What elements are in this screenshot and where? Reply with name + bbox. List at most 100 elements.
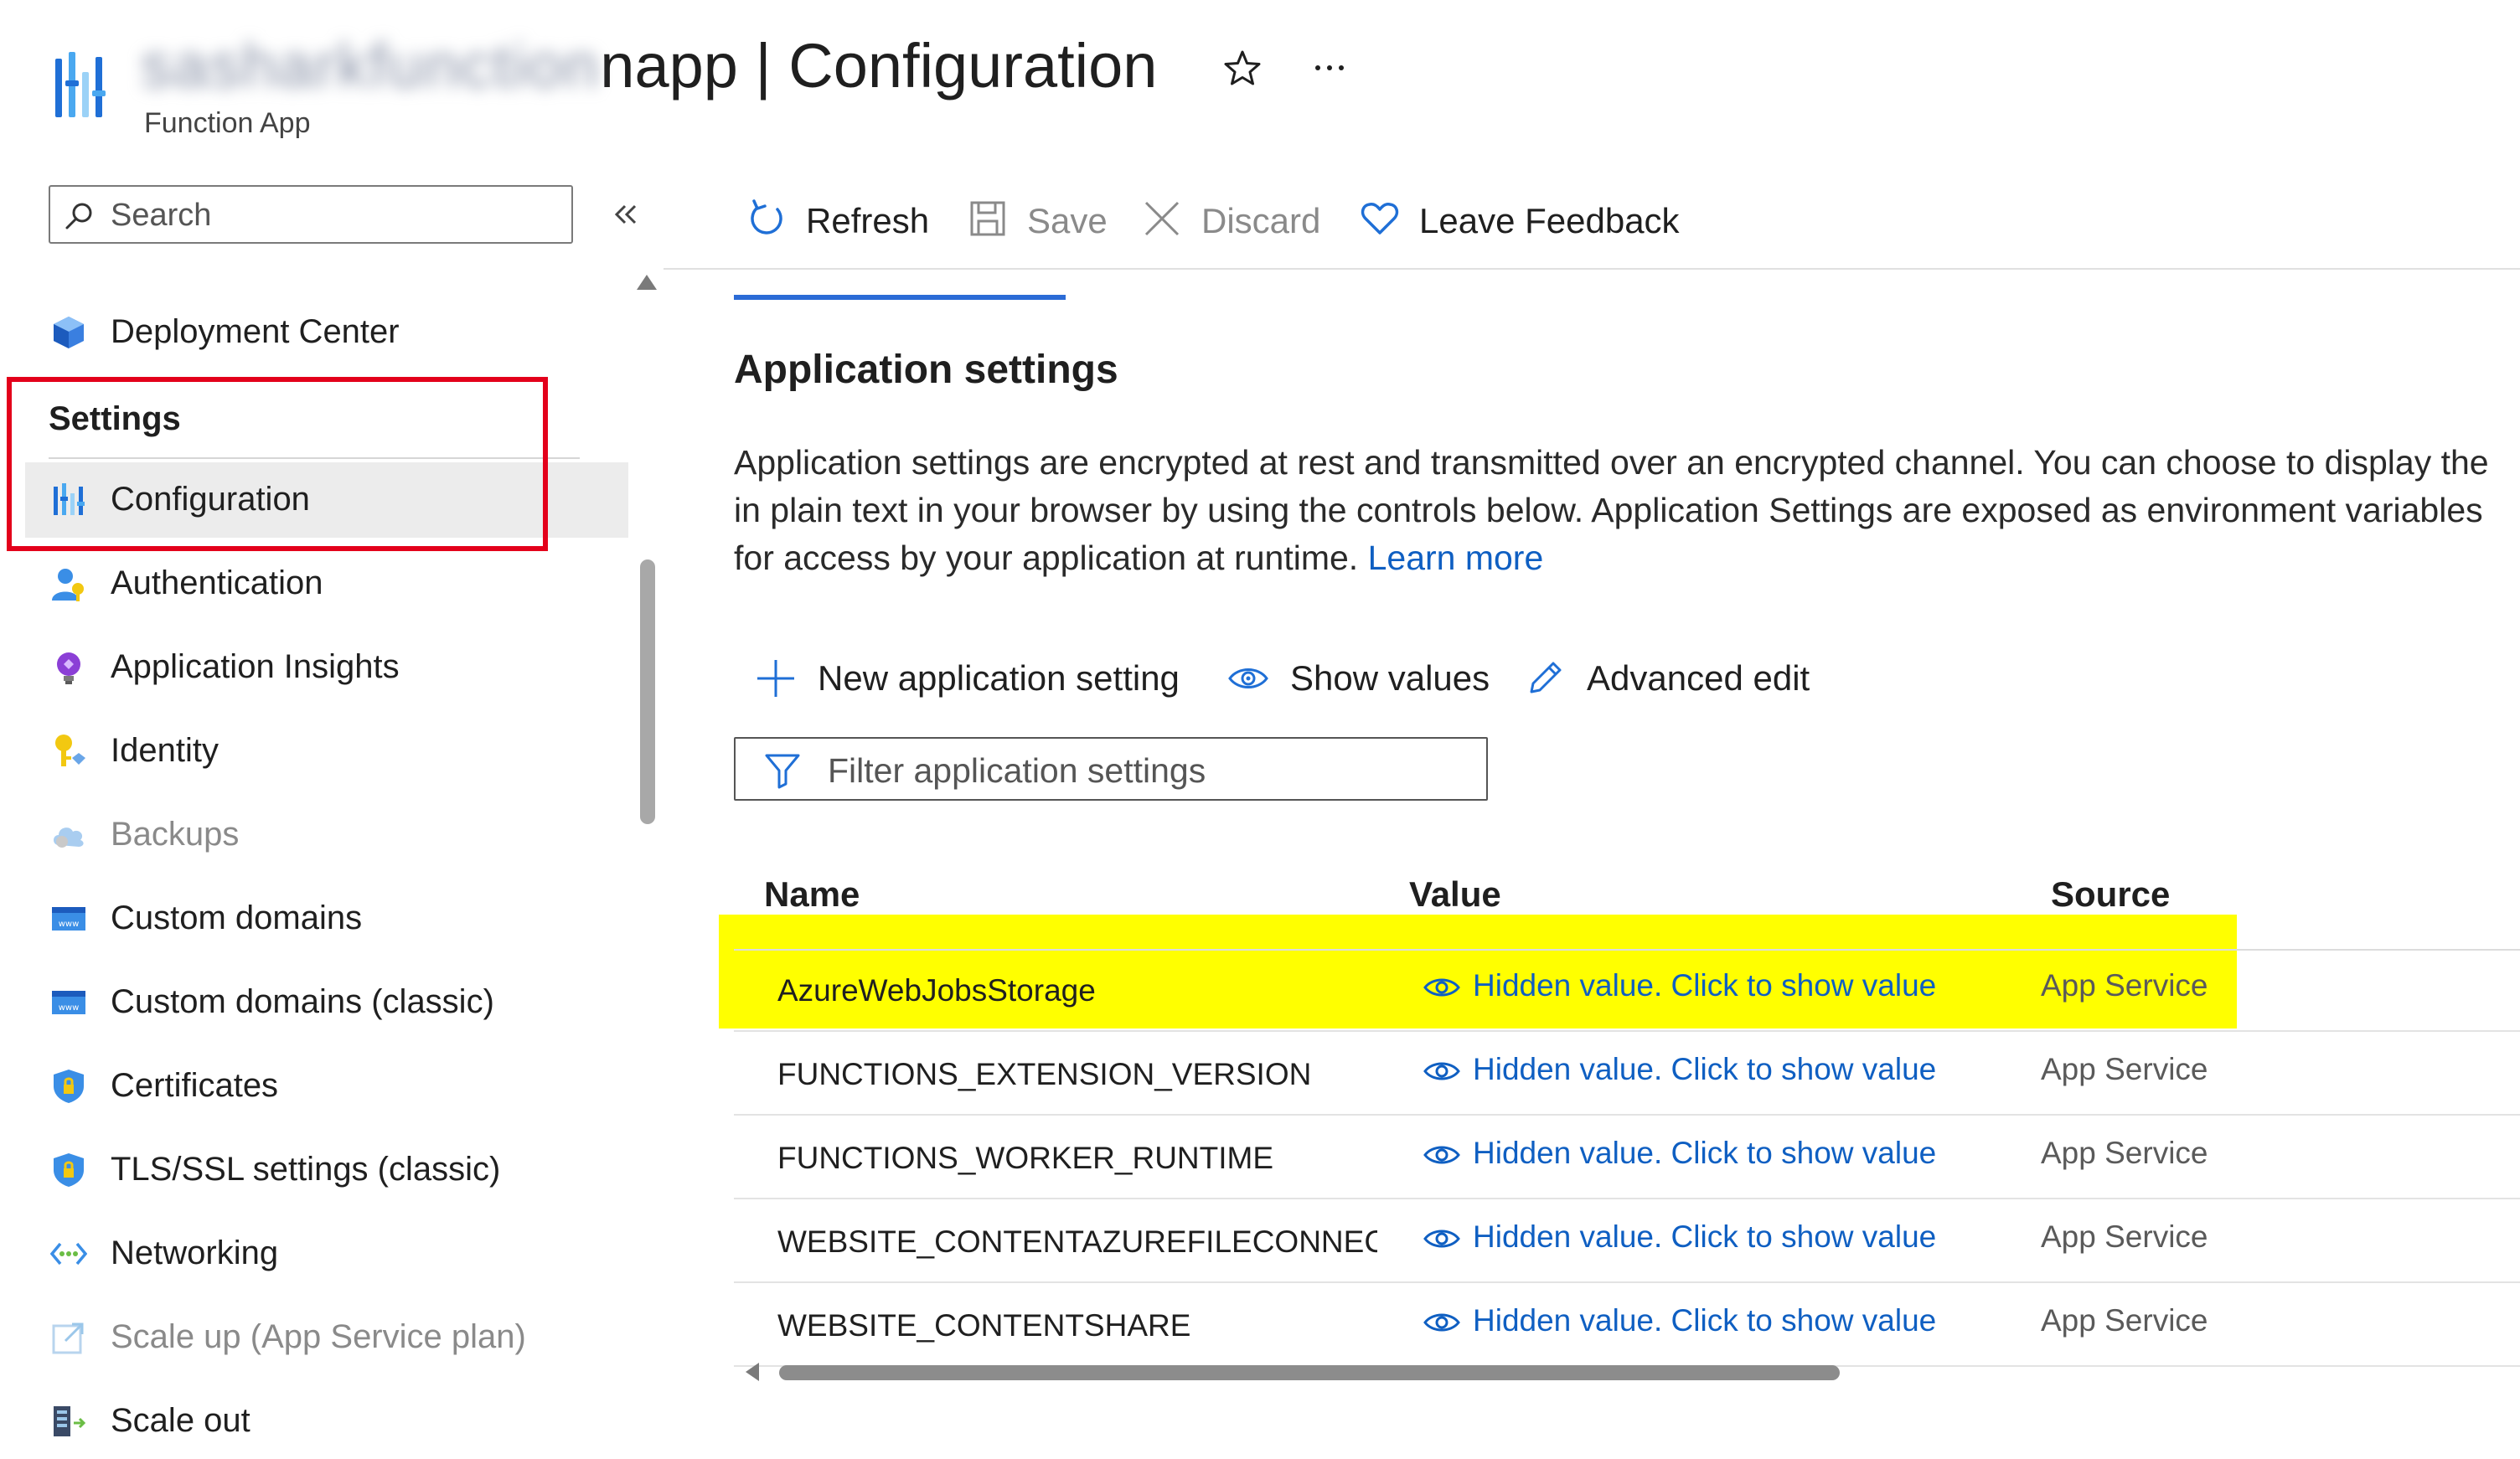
setting-name[interactable]: AzureWebJobsStorage (777, 973, 1377, 1008)
eye-icon (1423, 1313, 1460, 1332)
hidden-value-text: Hidden value. Click to show value (1473, 1219, 1937, 1254)
hidden-value-text: Hidden value. Click to show value (1473, 1136, 1937, 1170)
svg-text:www: www (59, 920, 80, 929)
active-tab-indicator (734, 295, 1066, 300)
function-app-icon (52, 49, 119, 124)
more-options-icon[interactable] (1309, 47, 1350, 89)
column-header-value[interactable]: Value (1409, 874, 1501, 915)
sidebar-item-label: Identity (111, 732, 219, 769)
setting-source: App Service (2041, 1219, 2208, 1254)
collapse-sidebar-icon[interactable] (608, 198, 642, 231)
section-title: Application settings (734, 348, 1118, 392)
table-row[interactable]: WEBSITE_CONTENTAZUREFILECONNECTIONSTRING… (734, 1203, 2520, 1283)
discard-close-icon (1144, 201, 1180, 236)
scale-up-icon (52, 1322, 84, 1354)
table-row[interactable]: FUNCTIONS_EXTENSION_VERSION Hidden value… (734, 1035, 2520, 1116)
networking-icon (50, 1242, 87, 1266)
learn-more-link[interactable]: Learn more (1368, 539, 1544, 577)
table-row[interactable]: AzureWebJobsStorage Hidden value. Click … (734, 951, 2520, 1032)
page-title-text: napp | Configuration (600, 31, 1158, 101)
description-line-1: Application settings are encrypted at re… (734, 443, 2489, 482)
advanced-edit-label: Advanced edit (1587, 658, 1810, 698)
authentication-icon (52, 569, 84, 601)
setting-name[interactable]: FUNCTIONS_EXTENSION_VERSION (777, 1057, 1377, 1092)
sidebar-item-label: Networking (111, 1235, 279, 1271)
sidebar-item-tls-ssl-settings[interactable]: TLS/SSL settings (classic) (25, 1132, 628, 1208)
sidebar-item-backups[interactable]: Backups (25, 797, 628, 873)
leave-feedback-button[interactable]: Leave Feedback (1359, 191, 1680, 250)
filter-settings-input[interactable]: Filter application settings (734, 737, 1488, 801)
filter-funnel-icon (765, 754, 800, 789)
sidebar-item-identity[interactable]: Identity (25, 714, 628, 789)
table-scroll-left-arrow[interactable] (742, 1360, 762, 1384)
new-application-setting-button[interactable]: New application setting (754, 653, 1190, 704)
sidebar-scroll-up-arrow[interactable] (635, 273, 658, 291)
description-line-3-text: for access by your application at runtim… (734, 539, 1359, 577)
eye-icon (1423, 1062, 1460, 1080)
custom-domains-classic-icon: www (52, 991, 85, 1014)
column-header-source[interactable]: Source (2051, 874, 2170, 915)
table-horizontal-scrollbar-thumb[interactable] (779, 1365, 1840, 1380)
advanced-edit-button[interactable]: Advanced edit (1523, 653, 1825, 704)
sidebar-item-networking[interactable]: Networking (25, 1216, 628, 1291)
sidebar-search-input[interactable]: Search (49, 185, 573, 244)
save-label: Save (1027, 201, 1108, 240)
row-divider (734, 1030, 2520, 1032)
row-divider (734, 1198, 2520, 1199)
search-placeholder: Search (111, 198, 212, 233)
description-line-2: in plain text in your browser by using t… (734, 491, 2483, 529)
sidebar-item-label: Backups (111, 816, 240, 853)
sidebar-item-application-insights[interactable]: Application Insights (25, 630, 628, 705)
leave-feedback-label: Leave Feedback (1419, 201, 1680, 240)
sidebar-item-scale-up[interactable]: Scale up (App Service plan) (25, 1300, 628, 1375)
backups-icon (54, 827, 84, 848)
deployment-center-icon (54, 317, 84, 348)
save-button[interactable]: Save (967, 191, 1126, 250)
section-description: Application settings are encrypted at re… (734, 439, 2520, 582)
discard-button[interactable]: Discard (1141, 191, 1325, 250)
table-row[interactable]: WEBSITE_CONTENTSHARE Hidden value. Click… (734, 1286, 2520, 1367)
refresh-button[interactable]: Refresh (746, 191, 947, 250)
eye-icon (1423, 1146, 1460, 1164)
sidebar-item-authentication[interactable]: Authentication (25, 546, 628, 621)
row-divider (734, 1281, 2520, 1283)
show-values-button[interactable]: Show values (1226, 653, 1495, 704)
sidebar-item-label: TLS/SSL settings (classic) (111, 1151, 501, 1188)
column-header-name[interactable]: Name (764, 874, 860, 915)
table-header-divider (734, 949, 2520, 951)
pencil-edit-icon (1530, 662, 1562, 693)
setting-source: App Service (2041, 1052, 2208, 1086)
discard-label: Discard (1201, 201, 1321, 240)
application-insights-icon (57, 652, 80, 684)
sidebar-item-scale-out[interactable]: Scale out (25, 1384, 628, 1459)
new-application-setting-label: New application setting (818, 658, 1180, 698)
sidebar-item-label: Authentication (111, 565, 323, 601)
setting-name[interactable]: FUNCTIONS_WORKER_RUNTIME (777, 1141, 1377, 1176)
sidebar-scrollbar-thumb[interactable] (640, 559, 655, 824)
identity-icon (55, 735, 85, 766)
scale-out-icon (54, 1406, 86, 1436)
setting-name[interactable]: WEBSITE_CONTENTAZUREFILECONNECTIONSTRING (777, 1224, 1377, 1260)
sidebar-item-certificates[interactable]: Certificates (25, 1049, 628, 1124)
sidebar-item-label: Scale up (App Service plan) (111, 1318, 526, 1355)
setting-source: App Service (2041, 968, 2208, 1003)
resource-type-subtitle: Function App (144, 107, 311, 139)
sidebar-item-custom-domains-classic[interactable]: www Custom domains (classic) (25, 965, 628, 1040)
sidebar-item-custom-domains[interactable]: www Custom domains (25, 881, 628, 956)
page-title: sasharkfunctionnapp | Configuration (141, 28, 1157, 104)
filter-placeholder: Filter application settings (828, 751, 1206, 790)
sidebar-item-label: Deployment Center (111, 313, 400, 350)
tls-ssl-icon (54, 1153, 84, 1187)
sidebar-item-label: Certificates (111, 1067, 279, 1104)
sidebar-item-deployment-center[interactable]: Deployment Center (25, 295, 628, 370)
table-row[interactable]: FUNCTIONS_WORKER_RUNTIME Hidden value. C… (734, 1119, 2520, 1199)
hidden-value-text: Hidden value. Click to show value (1473, 968, 1937, 1003)
search-icon (65, 203, 92, 229)
favorite-star-icon[interactable] (1221, 47, 1263, 89)
eye-icon (1423, 1230, 1460, 1248)
configuration-highlight-box (7, 377, 548, 551)
sidebar-item-label: Scale out (111, 1402, 250, 1439)
toolbar-divider (664, 268, 2520, 270)
setting-name[interactable]: WEBSITE_CONTENTSHARE (777, 1308, 1377, 1343)
add-plus-icon (757, 660, 794, 697)
